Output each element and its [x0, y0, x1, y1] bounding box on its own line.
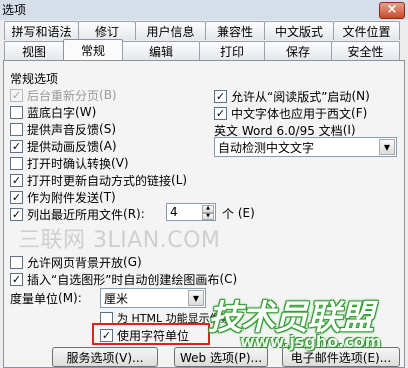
checkmark-icon: ✓: [11, 139, 22, 153]
option-label: 提供动画反馈: [27, 139, 100, 154]
measure-unit-text: 度量单位: [10, 291, 59, 306]
option-confirm-conversion[interactable]: 打开时确认转换 (V): [10, 155, 129, 171]
option-key: (V): [111, 156, 129, 170]
checkbox[interactable]: ✓: [10, 190, 23, 204]
tab-user-info[interactable]: 用户信息: [135, 21, 206, 40]
recent-files-unit: 个 (E): [222, 205, 255, 221]
option-label: 作为附件发送: [27, 190, 100, 205]
checkbox[interactable]: ✓: [10, 173, 23, 187]
checkbox[interactable]: ✓: [10, 207, 23, 221]
option-key: (G): [123, 255, 142, 269]
option-label: 蓝底白字: [27, 105, 76, 120]
unit-key: (E): [237, 206, 255, 220]
option-key: (C): [219, 272, 238, 286]
tab-revisions[interactable]: 修订: [78, 21, 136, 40]
window-title: 选项: [2, 3, 27, 17]
checkmark-icon: ✓: [11, 272, 22, 286]
checkbox[interactable]: [10, 255, 23, 269]
tab-save[interactable]: 保存: [264, 41, 332, 60]
recent-files-count: 4: [170, 205, 178, 219]
tab-asian-typography[interactable]: 中文版式: [264, 21, 334, 40]
option-label: 提供声音反馈: [27, 122, 100, 137]
checkbox[interactable]: [10, 105, 23, 119]
recent-files-count-stepper[interactable]: 4 ▲ ▼: [166, 203, 216, 221]
option-label: 中文字体也应用于西文: [231, 106, 352, 121]
option-key: (A): [99, 139, 117, 153]
checkmark-icon: ✓: [11, 88, 22, 102]
tab-file-locations[interactable]: 文件位置: [333, 21, 400, 40]
checkbox[interactable]: ✓: [10, 88, 23, 102]
checkbox[interactable]: ✓: [10, 139, 23, 153]
spin-buttons: ▲ ▼: [202, 205, 214, 220]
close-button[interactable]: ×: [379, 2, 405, 19]
section-title: 常规选项: [10, 72, 59, 86]
option-web-background[interactable]: 允许网页背景开放 (G): [10, 254, 142, 270]
option-label: 允许网页背景开放: [27, 255, 124, 270]
close-icon: ×: [386, 2, 398, 17]
checkbox[interactable]: [10, 122, 23, 136]
option-key: (T): [99, 190, 116, 204]
option-label: 打开时确认转换: [27, 156, 112, 171]
word-version-value: 自动检测中文文字: [218, 140, 315, 155]
dropdown-arrow-icon[interactable]: ▼: [188, 290, 204, 306]
tab-compatibility[interactable]: 兼容性: [205, 21, 265, 40]
option-chinese-font-western[interactable]: ✓ 中文字体也应用于西文 (F): [214, 105, 367, 121]
option-recent-files[interactable]: ✓ 列出最近所用文件 (R):: [10, 206, 145, 222]
option-key: (F): [351, 106, 368, 120]
checkbox[interactable]: ✓: [10, 272, 23, 286]
checkmark-icon: ✓: [215, 89, 226, 103]
measure-unit-key: (M):: [58, 291, 82, 305]
tab-print[interactable]: 打印: [199, 41, 265, 60]
option-drawing-canvas[interactable]: ✓ 插入“自选图形”时自动创建绘图画布 (C): [10, 271, 237, 287]
service-options-button[interactable]: 服务选项(V)...: [52, 347, 158, 367]
option-send-as-attachment[interactable]: ✓ 作为附件发送 (T): [10, 189, 116, 205]
spin-down-icon[interactable]: ▼: [202, 212, 214, 220]
option-sound-feedback[interactable]: 提供声音反馈 (S): [10, 121, 116, 137]
option-label: 列出最近所用文件: [27, 207, 124, 222]
option-key: (S): [99, 122, 116, 136]
measure-unit-label: 度量单位 (M):: [10, 290, 82, 306]
spin-up-icon[interactable]: ▲: [202, 205, 214, 213]
option-label: 打开时更新自动方式的链接: [27, 173, 172, 188]
measure-unit-value: 厘米: [104, 291, 129, 306]
option-key: (W): [75, 105, 97, 119]
option-blue-background[interactable]: 蓝底白字 (W): [10, 104, 96, 120]
option-update-links[interactable]: ✓ 打开时更新自动方式的链接 (L): [10, 172, 187, 188]
tab-row-1: 拼写和语法 修订 用户信息 兼容性 中文版式 文件位置: [4, 21, 400, 40]
word-version-select[interactable]: 自动检测中文文字 ▼: [214, 137, 397, 157]
checkmark-icon: ✓: [11, 207, 22, 221]
option-key: (N): [351, 89, 370, 103]
measure-unit-select[interactable]: 厘米 ▼: [100, 288, 206, 308]
tab-general[interactable]: 常规: [63, 39, 123, 60]
option-label: 插入“自选图形”时自动创建绘图画布: [27, 272, 220, 287]
dropdown-arrow-icon[interactable]: ▼: [379, 139, 395, 155]
highlight-box: [92, 323, 210, 345]
option-reading-layout[interactable]: ✓ 允许从“阅读版式”启动 (N): [214, 88, 370, 104]
word-version-key: (I): [342, 123, 356, 137]
checkmark-icon: ✓: [11, 190, 22, 204]
word-version-label: 英文 Word 6.0/95 文档 (I): [214, 122, 356, 138]
checkbox[interactable]: ✓: [214, 89, 227, 103]
tab-spelling[interactable]: 拼写和语法: [4, 21, 79, 40]
logo-url: www.jsgho.com: [240, 332, 382, 351]
checkmark-icon: ✓: [11, 173, 22, 187]
option-label: 后台重新分页: [27, 88, 100, 103]
option-animation-feedback[interactable]: ✓ 提供动画反馈 (A): [10, 138, 117, 154]
checkmark-icon: ✓: [215, 106, 226, 120]
option-label: 允许从“阅读版式”启动: [231, 89, 352, 104]
option-key: (R):: [123, 207, 145, 221]
option-key: (B): [99, 88, 117, 102]
option-background-repagination[interactable]: ✓ 后台重新分页 (B): [10, 87, 117, 103]
tab-row-2: 视图 常规 编辑 打印 保存 安全性: [4, 39, 400, 60]
checkbox[interactable]: ✓: [214, 106, 227, 120]
unit-label: 个: [222, 206, 235, 221]
tab-view[interactable]: 视图: [4, 41, 64, 60]
tab-edit[interactable]: 编辑: [122, 41, 200, 60]
word-version-text: 英文 Word 6.0/95 文档: [214, 123, 343, 138]
watermark: 三联网 3LIAN.COM: [18, 228, 221, 253]
tab-security[interactable]: 安全性: [331, 41, 400, 60]
option-key: (L): [171, 173, 188, 187]
title-bar: 选项 ×: [0, 0, 408, 20]
checkbox[interactable]: [10, 156, 23, 170]
